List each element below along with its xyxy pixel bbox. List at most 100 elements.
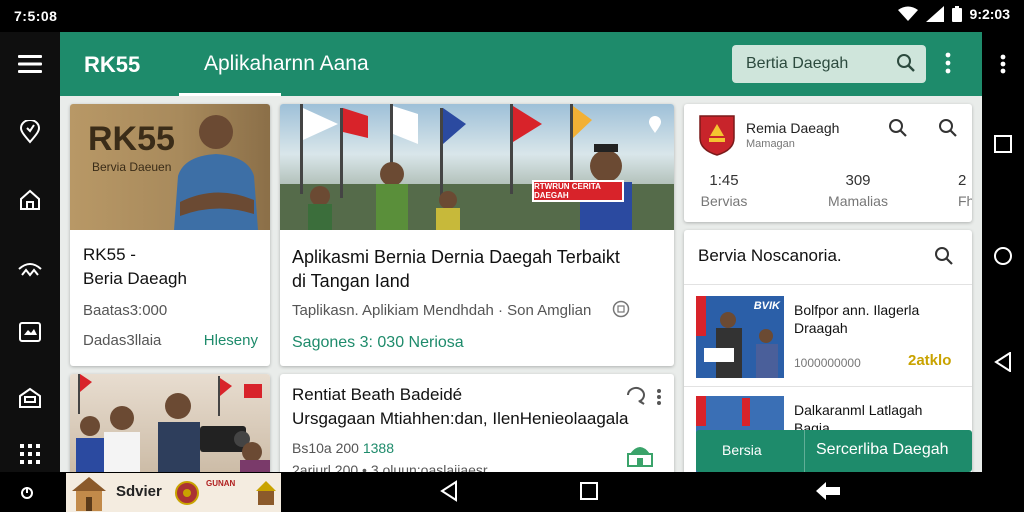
home-icon[interactable] <box>14 184 46 216</box>
nav-return-icon[interactable] <box>814 480 842 504</box>
protest-banner: RTWRUN CERITA DAEGAH <box>532 180 624 202</box>
nav-back-icon[interactable] <box>438 480 462 504</box>
app-bar: RK55 Aplikaharnn Aana Bertia Daegah <box>60 32 982 96</box>
card-footer-left: Dadas3llaia <box>83 332 162 349</box>
channel-name: Remia Daeagh <box>746 120 840 136</box>
list-item[interactable]: BVIK Bolfpor ann. Ilagerla Draagah 10000… <box>684 286 972 386</box>
stat-value: 309 <box>845 172 871 189</box>
list-item-title-line2: Draagah <box>794 320 848 336</box>
list-item-title-line1: Dalkaranml Latlagah <box>794 402 923 418</box>
ad-subtext: GUNAN <box>206 479 236 488</box>
overflow-menu-icon[interactable] <box>987 48 1019 80</box>
status-time-left: 7:5:08 <box>14 8 58 24</box>
recent-apps-icon[interactable] <box>987 128 1019 160</box>
wifi-icon <box>897 6 918 21</box>
news-card-press[interactable] <box>70 374 270 472</box>
app-window: RK55 Aplikaharnn Aana Bertia Daegah RK55… <box>60 32 982 472</box>
card-image: RK55 Bervia Daeuen <box>70 104 270 230</box>
featured-news-card[interactable]: RTWRUN CERITA DAEGAH Aplikasmi Bernia De… <box>280 104 674 366</box>
press-image <box>70 374 270 472</box>
battery-icon <box>951 6 962 22</box>
card3-subtitle: Ursgagaan Mtiahhen:dan, IlenHenieolaagal… <box>292 409 629 428</box>
channel-stat: 1:45 Bervias <box>701 172 748 209</box>
card3-meta-accent: 1388 <box>362 440 394 456</box>
list-item-meta: 1000000000 <box>794 356 861 370</box>
stat-value: 1:45 <box>709 172 739 189</box>
channel-logo-icon <box>698 114 736 161</box>
featured-footer: Sagones 3: 030 Neriosa <box>292 334 464 351</box>
flag-shape <box>742 398 750 426</box>
card3-meta: Bs10a 200 1388 <box>292 440 394 456</box>
featured-title-line2: di Tangan Iand <box>292 271 410 291</box>
stat-label: Bervias <box>700 193 748 209</box>
flag-shape <box>696 396 706 426</box>
card-meta: Baatas3:000 <box>83 302 168 319</box>
temple-icon <box>72 477 106 511</box>
mosque-icon <box>624 440 656 472</box>
card-title-line2: Beria Daeagh <box>83 269 187 288</box>
emblem-icon <box>175 481 199 505</box>
search-placeholder: Bertia Daegah <box>746 55 849 72</box>
cerita-daegah-button[interactable]: Sercerliba Daegah <box>816 441 949 459</box>
list-item-title-line1: Bolfpor ann. Ilagerla <box>794 302 920 318</box>
list-item-badge: 2atklo <box>908 352 952 369</box>
channel-subname: Mamagan <box>746 138 795 150</box>
status-bar: 7:5:08 9:2:03 <box>0 0 1024 32</box>
nav-recents-icon[interactable] <box>578 480 602 504</box>
hand-icon[interactable] <box>14 252 46 284</box>
ad-text: Sdvier <box>116 483 162 500</box>
featured-title-line1: Aplikasmi Bernia Dernia Daegah Terbaikt <box>292 247 620 267</box>
bersia-button[interactable]: Bersia <box>722 442 762 458</box>
status-icons: 9:2:03 <box>897 6 1010 22</box>
comment-icon[interactable] <box>626 386 648 411</box>
apps-grid-icon[interactable] <box>14 438 46 470</box>
divider <box>804 430 805 472</box>
hero-image: RTWRUN CERITA DAEGAH <box>280 104 674 230</box>
stat-label: Fh <box>958 193 972 209</box>
menu-icon[interactable] <box>14 48 46 80</box>
card3-title: Rentiat Beath Badeidé <box>292 385 463 404</box>
card3-date: 2ariurl 200 • 3 oluun:oaslaiiaesr <box>292 462 488 472</box>
tab-aplikasi[interactable]: Aplikaharnn Aana <box>204 52 369 76</box>
divider <box>684 386 972 387</box>
news-list-search-icon[interactable] <box>934 246 954 271</box>
bottom-action-bar: Bersia Sercerliba Daegah <box>696 430 972 472</box>
thumbnail-text: BVIK <box>753 300 780 312</box>
list-item-thumbnail: BVIK <box>696 296 784 378</box>
stat-value: 2 <box>958 172 967 189</box>
card3-meta-plain: Bs10a 200 <box>292 440 363 456</box>
stat-label: Mamalias <box>828 193 888 209</box>
more-options-icon[interactable] <box>945 52 951 79</box>
ad-banner[interactable]: Sdvier GUNAN <box>66 473 281 512</box>
image-text-logo: RK55 <box>88 120 175 158</box>
channel-stat: 309 Mamalias <box>828 172 888 209</box>
power-icon[interactable] <box>20 486 34 505</box>
news-list-header: Bervia Noscanoria. <box>698 246 842 265</box>
home-button-icon[interactable] <box>987 240 1019 272</box>
search-input[interactable]: Bertia Daegah <box>732 45 926 83</box>
person-photo <box>174 115 258 230</box>
left-navigation-rail <box>0 32 60 472</box>
signal-icon <box>925 6 944 22</box>
search-icon[interactable] <box>896 53 916 78</box>
gallery-icon[interactable] <box>14 316 46 348</box>
news-card-rk55[interactable]: RK55 Bervia Daeuen RK55 - Beria Daeagh B… <box>70 104 270 366</box>
back-button-icon[interactable] <box>987 346 1019 378</box>
system-navigation-rail <box>982 32 1024 472</box>
card3-more-icon[interactable] <box>656 388 662 411</box>
channel-search-icon-2[interactable] <box>938 118 958 143</box>
inbox-icon[interactable] <box>14 382 46 414</box>
crowd-with-flags-illustration <box>280 104 674 230</box>
image-text-sub: Bervia Daeuen <box>92 160 172 174</box>
channel-profile-card[interactable]: Remia Daeagh Mamagan 1:45 Bervias 309 Ma… <box>684 104 972 222</box>
channel-search-icon[interactable] <box>888 118 908 143</box>
shrine-icon <box>256 481 276 505</box>
press-conference-illustration <box>76 374 270 472</box>
news-card-rentiat[interactable]: Rentiat Beath Badeidé Ursgagaan Mtiahhen… <box>280 374 674 472</box>
protest-banner-text: RTWRUN CERITA DAEGAH <box>534 182 601 200</box>
card-title-line1: RK55 - <box>83 245 136 264</box>
active-tab-indicator <box>179 93 281 96</box>
card-footer-link[interactable]: Hleseny <box>204 332 258 349</box>
channel-stat: 2 Fh <box>958 172 972 209</box>
location-icon[interactable] <box>14 116 46 148</box>
